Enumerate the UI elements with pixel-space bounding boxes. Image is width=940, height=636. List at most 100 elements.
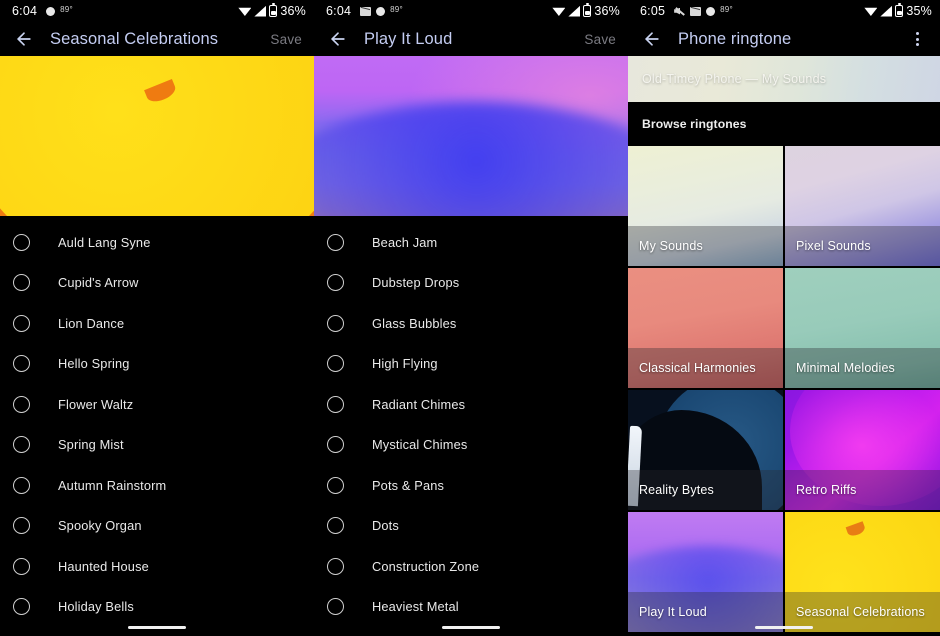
radio-button[interactable]: [327, 355, 344, 373]
tile-label: Reality Bytes: [639, 483, 714, 497]
tile-label-band: My Sounds: [628, 226, 783, 266]
radio-button[interactable]: [13, 355, 30, 373]
status-time: 6:04: [326, 4, 352, 18]
radio-button[interactable]: [327, 436, 344, 454]
wifi-icon: [552, 7, 566, 16]
list-item[interactable]: Spooky Organ: [0, 506, 314, 547]
signal-icon: [568, 5, 581, 17]
list-item[interactable]: Dubstep Drops: [314, 263, 628, 304]
category-tile[interactable]: Pixel Sounds: [785, 146, 940, 266]
radio-button[interactable]: [327, 395, 344, 413]
circle-icon: [376, 6, 386, 16]
battery-icon: [583, 3, 592, 17]
save-button[interactable]: Save: [270, 32, 302, 47]
radio-button[interactable]: [327, 233, 344, 251]
radio-button[interactable]: [327, 598, 344, 616]
radio-button[interactable]: [327, 476, 344, 494]
list-item[interactable]: Glass Bubbles: [314, 303, 628, 344]
tile-label: Retro Riffs: [796, 483, 857, 497]
list-item-label: Lion Dance: [58, 315, 125, 331]
list-item-label: Heaviest Metal: [372, 599, 459, 615]
radio-button[interactable]: [13, 274, 30, 292]
radio-button[interactable]: [13, 598, 30, 616]
category-tile[interactable]: Retro Riffs: [785, 390, 940, 510]
list-item[interactable]: Flower Waltz: [0, 384, 314, 425]
arc-shape: [314, 102, 628, 216]
panel-play-it-loud: 6:04 89° 36% Play It Loud Save Beach Jam…: [314, 0, 628, 636]
gesture-bar[interactable]: [128, 625, 186, 629]
list-item[interactable]: Pots & Pans: [314, 465, 628, 506]
radio-button[interactable]: [327, 557, 344, 575]
radio-button[interactable]: [13, 233, 30, 251]
save-button[interactable]: Save: [584, 32, 616, 47]
list-item[interactable]: Cupid's Arrow: [0, 263, 314, 304]
list-item[interactable]: Haunted House: [0, 546, 314, 587]
list-item-label: Autumn Rainstorm: [58, 477, 167, 493]
radio-button[interactable]: [327, 314, 344, 332]
page-title: Phone ringtone: [678, 29, 792, 48]
tile-label-band: Pixel Sounds: [785, 226, 940, 266]
radio-button[interactable]: [13, 476, 30, 494]
wifi-icon: [864, 7, 878, 16]
radio-button[interactable]: [13, 557, 30, 575]
ringtone-list: Beach Jam Dubstep Drops Glass Bubbles Hi…: [314, 216, 628, 627]
mute-icon: [674, 7, 685, 16]
list-item-label: Mystical Chimes: [372, 437, 468, 453]
back-arrow-icon[interactable]: [638, 25, 666, 53]
category-tile[interactable]: Seasonal Celebrations: [785, 512, 940, 632]
list-item[interactable]: Mystical Chimes: [314, 425, 628, 466]
category-tile[interactable]: My Sounds: [628, 146, 783, 266]
status-temperature: 89°: [60, 4, 73, 14]
tile-label-band: Classical Harmonies: [628, 348, 783, 388]
radio-button[interactable]: [327, 517, 344, 535]
status-left-icons: 89°: [674, 4, 733, 16]
list-item[interactable]: Radiant Chimes: [314, 384, 628, 425]
radio-button[interactable]: [13, 436, 30, 454]
list-item-label: Cupid's Arrow: [58, 275, 139, 291]
gesture-bar[interactable]: [755, 625, 813, 629]
list-item[interactable]: Holiday Bells: [0, 587, 314, 628]
list-item[interactable]: High Flying: [314, 344, 628, 385]
ringtone-category-grid: My Sounds Pixel Sounds Classical Harmoni…: [628, 146, 940, 632]
status-battery-percent: 36%: [280, 4, 306, 18]
list-item-label: Spring Mist: [58, 437, 124, 453]
list-item-label: Dubstep Drops: [372, 275, 460, 291]
category-tile[interactable]: Classical Harmonies: [628, 268, 783, 388]
status-temperature: 89°: [390, 4, 403, 14]
list-item[interactable]: Autumn Rainstorm: [0, 465, 314, 506]
list-item[interactable]: Construction Zone: [314, 546, 628, 587]
radio-button[interactable]: [13, 517, 30, 535]
list-item[interactable]: Lion Dance: [0, 303, 314, 344]
gesture-bar[interactable]: [442, 625, 500, 629]
app-bar: Play It Loud Save: [314, 22, 628, 56]
radio-button[interactable]: [327, 274, 344, 292]
ringtone-list: Auld Lang Syne Cupid's Arrow Lion Dance …: [0, 216, 314, 627]
signal-icon: [254, 5, 267, 17]
list-item[interactable]: Hello Spring: [0, 344, 314, 385]
list-item[interactable]: Heaviest Metal: [314, 587, 628, 628]
tile-label-band: Reality Bytes: [628, 470, 783, 510]
status-left-icons: 89°: [46, 4, 73, 16]
list-item-label: Construction Zone: [372, 558, 480, 574]
radio-button[interactable]: [13, 395, 30, 413]
list-item[interactable]: Dots: [314, 506, 628, 547]
status-right-icons: 36%: [552, 3, 620, 18]
overflow-menu-icon[interactable]: [906, 26, 928, 52]
category-tile[interactable]: Play It Loud: [628, 512, 783, 632]
category-tile[interactable]: Minimal Melodies: [785, 268, 940, 388]
battery-icon: [895, 3, 904, 17]
hero-banner-play-it-loud: [314, 56, 628, 216]
now-playing-banner[interactable]: Old-Timey Phone — My Sounds: [628, 56, 940, 102]
category-tile[interactable]: Reality Bytes: [628, 390, 783, 510]
list-item[interactable]: Auld Lang Syne: [0, 222, 314, 263]
back-arrow-icon[interactable]: [10, 25, 38, 53]
back-arrow-icon[interactable]: [324, 25, 352, 53]
list-item-label: Dots: [372, 518, 399, 534]
status-right-icons: 36%: [238, 3, 306, 18]
list-item[interactable]: Beach Jam: [314, 222, 628, 263]
status-temperature: 89°: [720, 4, 733, 14]
list-item[interactable]: Spring Mist: [0, 425, 314, 466]
status-battery-percent: 35%: [906, 4, 932, 18]
mail-icon: [360, 6, 372, 16]
radio-button[interactable]: [13, 314, 30, 332]
